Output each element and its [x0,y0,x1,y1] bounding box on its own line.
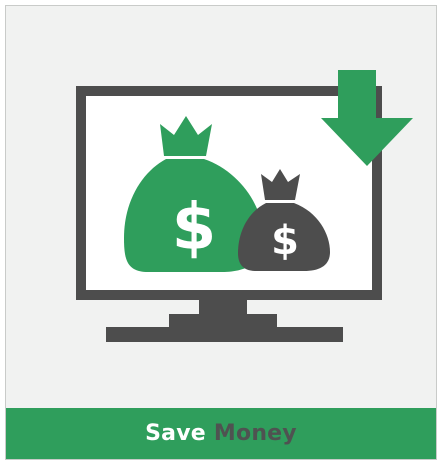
banner-title-word-money: Money [213,421,297,446]
monitor-neck [199,300,247,314]
small-bag-dollar: $ [271,218,299,264]
banner-title-word-save: Save [145,421,206,446]
monitor-base [106,327,343,342]
title-banner: Save Money [6,408,436,459]
monitor-stand [169,314,277,327]
large-bag-dollar: $ [172,191,217,265]
save-money-illustration: $ $ [76,70,413,342]
save-money-card: $ $ Save Money [5,5,437,460]
